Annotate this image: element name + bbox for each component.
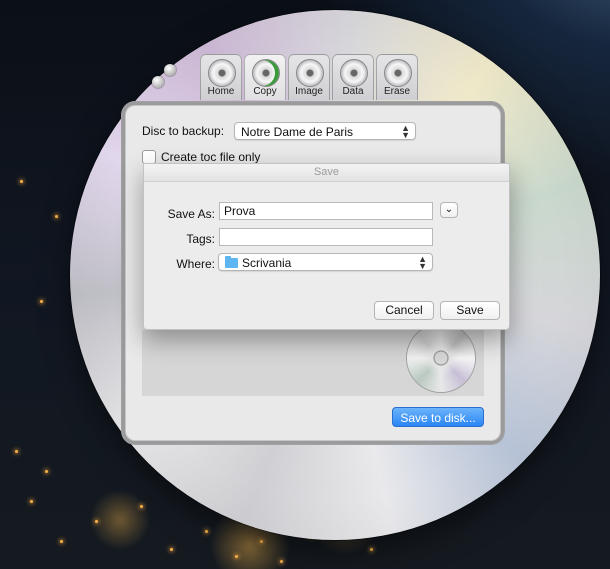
expand-dialog-button[interactable]: ⌄ [440, 202, 458, 218]
tab-label: Image [295, 86, 323, 97]
image-disc-icon [296, 59, 324, 87]
toolbar-tabs: Home Copy Image Data Erase [200, 54, 418, 100]
tab-label: Copy [253, 86, 277, 97]
save-dialog: Save Save As: Prova Tags: Where: Scrivan… [143, 163, 510, 330]
toc-checkbox[interactable] [142, 150, 156, 164]
disc-select-value: Notre Dame de Paris [241, 125, 354, 139]
save-button[interactable]: Save [440, 301, 500, 320]
save-as-label: Save As: [167, 207, 215, 221]
minimize-window-button[interactable] [164, 64, 176, 76]
tab-home[interactable]: Home [200, 54, 242, 100]
tab-image[interactable]: Image [288, 54, 330, 100]
cancel-button[interactable]: Cancel [374, 301, 434, 320]
where-select[interactable]: Scrivania ▲ ▼ [218, 253, 433, 271]
updown-chevron-icon: ▲ ▼ [401, 123, 410, 140]
home-icon [208, 59, 236, 87]
copy-disc-icon [252, 59, 280, 87]
erase-disc-icon [384, 59, 412, 87]
tags-label: Tags: [186, 232, 215, 246]
disc-to-backup-label: Disc to backup: [142, 124, 225, 138]
tags-field[interactable] [219, 228, 433, 246]
save-as-field[interactable]: Prova [219, 202, 433, 220]
tab-data[interactable]: Data [332, 54, 374, 100]
updown-chevron-icon: ▲ ▼ [418, 254, 427, 271]
save-to-disk-button[interactable]: Save to disk... [392, 407, 484, 427]
folder-icon [225, 256, 238, 268]
data-disc-icon [340, 59, 368, 87]
toc-checkbox-row: Create toc file only [142, 150, 260, 164]
disc-select[interactable]: Notre Dame de Paris ▲ ▼ [234, 122, 416, 140]
cd-icon [407, 324, 475, 392]
where-label: Where: [176, 257, 215, 271]
where-select-value: Scrivania [242, 256, 292, 270]
tab-label: Home [207, 86, 235, 97]
toc-checkbox-label: Create toc file only [161, 150, 261, 164]
save-dialog-title: Save [144, 164, 509, 182]
chevron-down-icon: ⌄ [444, 204, 454, 215]
tab-label: Erase [383, 86, 411, 97]
close-window-button[interactable] [152, 76, 164, 88]
tab-copy[interactable]: Copy [244, 54, 286, 100]
tab-label: Data [342, 86, 364, 97]
tab-erase[interactable]: Erase [376, 54, 418, 100]
